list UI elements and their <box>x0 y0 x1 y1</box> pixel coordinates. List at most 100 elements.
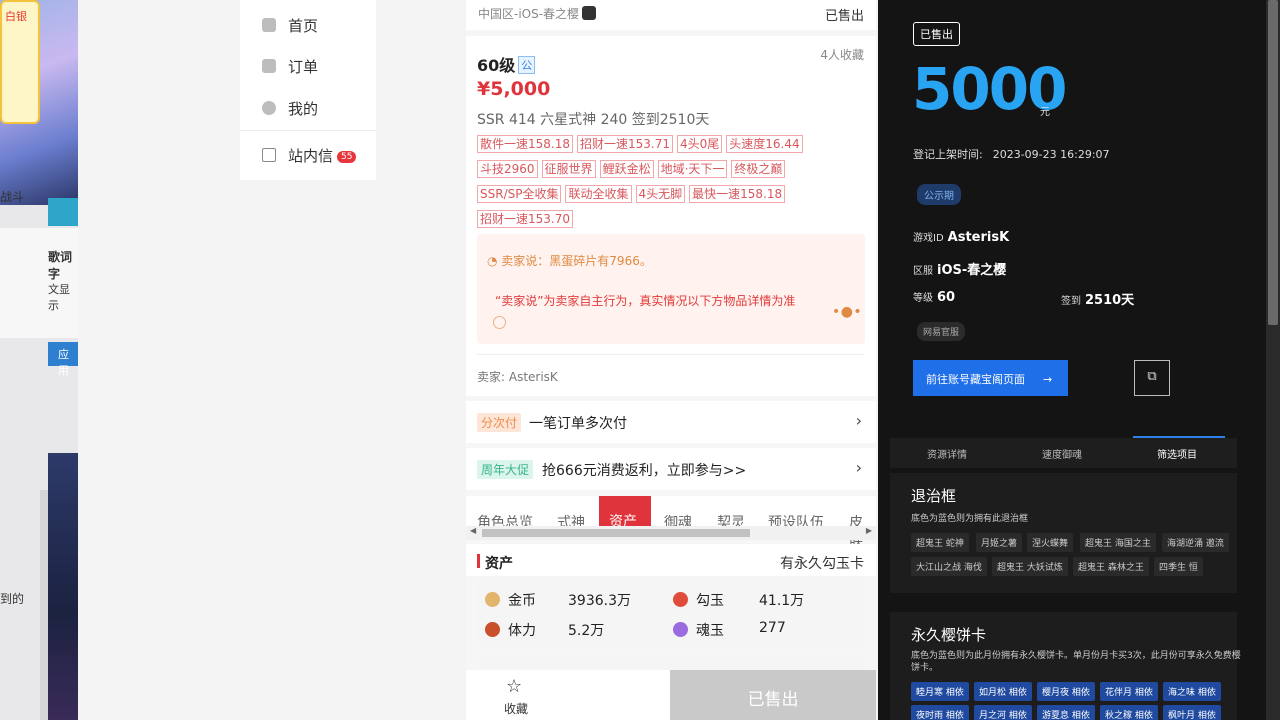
strip-label: 战斗 <box>0 190 25 204</box>
more-dots-icon[interactable]: • ● • <box>832 304 862 320</box>
assets-note: 有永久勾玉卡 <box>780 556 864 572</box>
tabs-scrollbar-thumb[interactable] <box>482 529 750 537</box>
frame-chip: 月姬之薯 <box>976 533 1023 552</box>
copy-icon[interactable]: ⧉ <box>1134 360 1170 396</box>
status-text: 已售出 <box>824 9 864 24</box>
jade-icon <box>673 592 688 607</box>
rank-badge: 白银 <box>5 10 27 23</box>
feature-tag: 斗技2960 <box>477 160 538 178</box>
assets-title: 资产 <box>485 556 513 572</box>
frame-chip: 超鬼王 大妖试炼 <box>992 557 1068 576</box>
active-tab-indicator <box>1133 436 1225 438</box>
seller-notice: ◔ 卖家说：黑蛋碎片有7966。 “卖家说”为卖家自主行为，真实情况以下方物品详… <box>477 234 865 344</box>
apple-icon <box>582 6 597 20</box>
rank-card: 白银 <box>0 0 40 124</box>
sold-badge: 已售出 <box>913 22 960 46</box>
help-icon[interactable] <box>493 316 506 329</box>
frame-chip: 超鬼王 蛇神 <box>911 533 969 552</box>
feature-tag: 招财一速153.71 <box>577 135 673 153</box>
promo-row[interactable]: 周年大促 抢666元消费返利，立即参与>> › <box>466 448 876 490</box>
nav-item-orders[interactable]: 订单 <box>262 56 318 77</box>
server-field: 区服 iOS-春之樱 <box>913 263 1007 278</box>
strip-label: 到的 <box>0 592 25 606</box>
feature-tag: 征服世界 <box>541 160 596 178</box>
official-server-badge: 网易官服 <box>917 322 966 341</box>
orders-icon <box>262 59 276 73</box>
sold-out-button[interactable]: 已售出 <box>670 670 876 720</box>
strip-label: 文显示 <box>48 283 70 312</box>
frame-section: 退治框 底色为蓝色则为拥有此退治框 超鬼王 蛇神 月姬之薯 涅火蝶舞 超鬼王 海… <box>890 473 1237 593</box>
feature-tag: 地域·天下一 <box>657 160 728 178</box>
frame-chip: 大江山之战 海伐 <box>911 557 987 576</box>
installment-badge: 分次付 <box>477 413 522 432</box>
level-field: 等级 60 <box>913 290 956 305</box>
scroll-left-icon[interactable]: ◀ <box>470 526 476 535</box>
bottom-action-bar: ☆ 收藏 已售出 <box>466 670 876 720</box>
nav-item-messages[interactable]: 站内信 55 <box>262 145 357 166</box>
feature-tag: 联动全收集 <box>565 185 632 203</box>
price: ¥5,000 <box>477 78 551 100</box>
strip-artwork <box>48 453 78 720</box>
strip-teal-block <box>48 198 78 226</box>
resource-tabs: 资源详情 速度御魂 筛选项目 <box>890 438 1237 468</box>
card-chip: 睦月寒 相依 <box>911 682 969 701</box>
card-title: 永久樱饼卡 <box>911 626 987 644</box>
strip-divider <box>40 490 48 720</box>
frame-title: 退治框 <box>911 487 957 505</box>
arrow-right-icon: → <box>1043 373 1053 386</box>
trade-info-panel: 已售出 5000 元 登记上架时间: 2023-09-23 16:29:07 公示… <box>878 0 1266 720</box>
strip-tab[interactable]: 应用 <box>48 342 78 377</box>
favorite-count: 4人收藏 <box>820 48 864 62</box>
star-icon[interactable]: ☆ <box>506 676 522 697</box>
side-nav: 首页 订单 我的 站内信 55 <box>240 0 376 180</box>
card-chip: 樱月夜 相依 <box>1037 682 1095 701</box>
card-chip: 如月松 相依 <box>974 682 1032 701</box>
nav-divider <box>240 130 376 131</box>
tab-speed-mitama[interactable]: 速度御魂 <box>1042 446 1082 461</box>
public-badge: 公 <box>518 56 536 74</box>
product-detail: 中国区-iOS-春之樱 已售出 60级公 4人收藏 ¥5,000 SSR 414… <box>466 0 876 720</box>
installment-text: 一笔订单多次付 <box>529 416 627 432</box>
chevron-right-icon: › <box>855 411 862 430</box>
favorite-label[interactable]: 收藏 <box>504 700 528 717</box>
window-scrollbar-thumb[interactable] <box>1268 0 1278 325</box>
price-unit: 元 <box>1040 107 1050 118</box>
asset-soul-jade: 魂玉 277 <box>673 620 786 640</box>
nav-item-home[interactable]: 首页 <box>262 15 318 36</box>
asset-gold: 金币 3936.3万 <box>485 590 631 610</box>
card-chip: 夜时雨 相依 <box>911 705 969 720</box>
listed-time: 登记上架时间: 2023-09-23 16:29:07 <box>913 148 1110 161</box>
monthly-card-section: 永久樱饼卡 底色为蓝色则为此月份拥有永久樱饼卡。单月份月卡买3次，此月份可享永久… <box>890 612 1241 720</box>
asset-stamina: 体力 5.2万 <box>485 620 604 640</box>
tag-list: 散件一速158.18 招财一速153.71 4头0尾 头速度16.44 斗技2960 征服… <box>477 133 869 233</box>
assets-grid: 金币 3936.3万 勾玉 41.1万 体力 5.2万 魂玉 277 <box>477 578 865 648</box>
frame-chip: 四季生 恒 <box>1154 557 1203 576</box>
feature-tag: 散件一速158.18 <box>477 135 573 153</box>
card-desc: 底色为蓝色则为此月份拥有永久樱饼卡。单月份月卡买3次，此月份可享永久免费樱饼卡。 <box>911 651 1241 673</box>
card-chip: 月之河 相依 <box>974 705 1032 720</box>
feature-tag: 鲤跃金松 <box>599 160 654 178</box>
stamina-icon <box>485 622 500 637</box>
feature-tag: SSR/SP全收集 <box>477 185 562 203</box>
tab-filter-items[interactable]: 筛选项目 <box>1157 446 1197 461</box>
feature-tag: 4头无脚 <box>635 185 686 203</box>
frame-chip: 超鬼王 森林之王 <box>1073 557 1149 576</box>
installment-row[interactable]: 分次付 一笔订单多次付 › <box>466 401 876 443</box>
user-icon <box>262 101 276 115</box>
tab-resource-details[interactable]: 资源详情 <box>927 446 967 461</box>
promo-text: 抢666元消费返利，立即参与>> <box>542 463 747 479</box>
seller-warning-text: “卖家说”为卖家自主行为，真实情况以下方物品详情为准 <box>495 294 796 308</box>
scroll-right-icon[interactable]: ▶ <box>866 526 872 535</box>
seller-says-text: ◔ 卖家说：黑蛋碎片有7966。 <box>487 254 652 268</box>
feature-tag: 终极之巅 <box>731 160 786 178</box>
frame-chip: 海湖逆涌 邀流 <box>1162 533 1229 552</box>
checkin-field: 签到 2510天 <box>1061 293 1135 308</box>
home-icon <box>262 18 276 32</box>
assets-next-row <box>477 658 865 670</box>
feature-tag: 最快一速158.18 <box>689 185 786 203</box>
promo-badge: 周年大促 <box>477 460 534 479</box>
assets-header: 资产 有永久勾玉卡 <box>466 544 876 576</box>
account-summary: SSR 414 六星式神 240 签到2510天 <box>477 112 710 128</box>
goto-cbg-button[interactable]: 前往账号藏宝阁页面 → <box>913 360 1068 396</box>
nav-item-mine[interactable]: 我的 <box>262 98 318 119</box>
